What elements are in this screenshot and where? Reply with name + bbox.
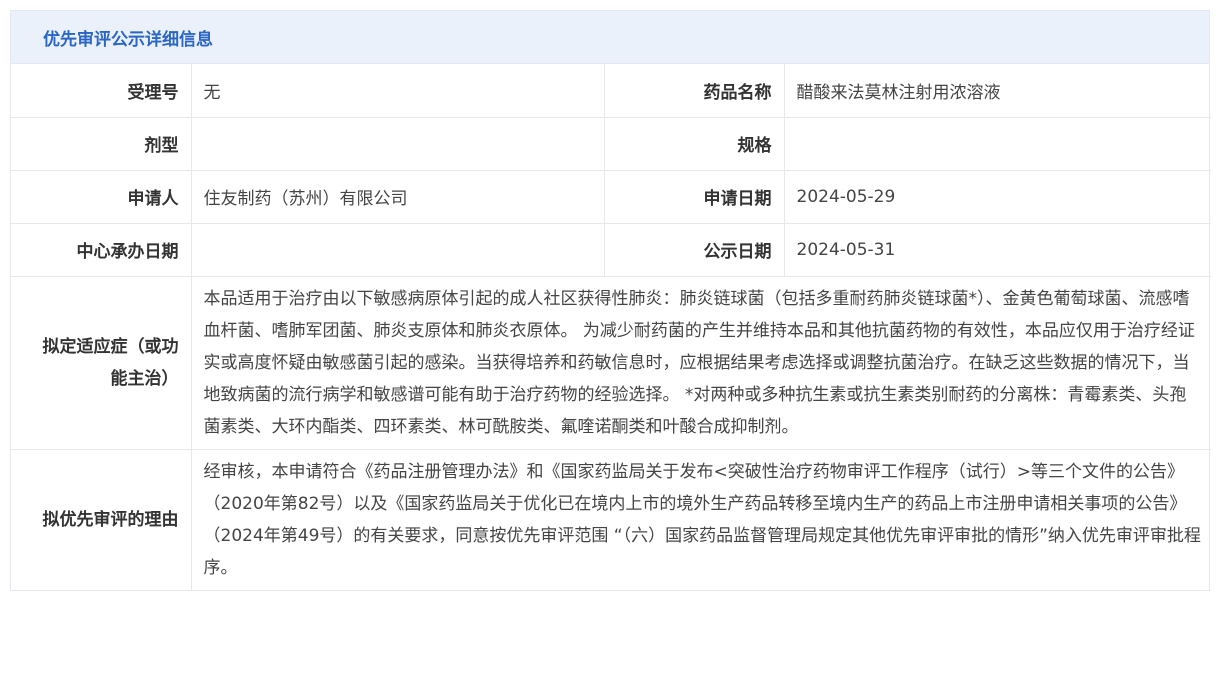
table-row: 拟优先审评的理由 经审核，本申请符合《药品注册管理办法》和《国家药监局关于发布<… bbox=[11, 449, 1211, 590]
publication-date-value: 2024-05-31 bbox=[784, 223, 1211, 277]
table-row: 剂型 规格 bbox=[11, 117, 1211, 171]
publication-date-label: 公示日期 bbox=[604, 223, 785, 277]
applicant-value: 住友制药（苏州）有限公司 bbox=[191, 170, 605, 224]
specification-value bbox=[784, 117, 1211, 171]
table-row: 拟定适应症（或功能主治） 本品适用于治疗由以下敏感病原体引起的成人社区获得性肺炎… bbox=[11, 276, 1211, 450]
detail-panel: 优先审评公示详细信息 受理号 无 药品名称 醋酸来法莫林注射用浓溶液 剂型 规格… bbox=[10, 10, 1211, 591]
specification-label: 规格 bbox=[604, 117, 785, 171]
dosage-form-value bbox=[191, 117, 605, 171]
detail-table: 受理号 无 药品名称 醋酸来法莫林注射用浓溶液 剂型 规格 申请人 住友制药（苏… bbox=[11, 64, 1211, 590]
panel-title: 优先审评公示详细信息 bbox=[11, 11, 1209, 64]
reason-value: 经审核，本申请符合《药品注册管理办法》和《国家药监局关于发布<突破性治疗药物审评… bbox=[203, 461, 1201, 578]
indication-label: 拟定适应症（或功能主治） bbox=[11, 276, 192, 450]
indication-value: 本品适用于治疗由以下敏感病原体引起的成人社区获得性肺炎：肺炎链球菌（包括多重耐药… bbox=[191, 276, 1211, 450]
drug-name-value: 醋酸来法莫林注射用浓溶液 bbox=[784, 64, 1211, 118]
center-date-label: 中心承办日期 bbox=[11, 223, 192, 277]
applicant-label: 申请人 bbox=[11, 170, 192, 224]
table-row: 受理号 无 药品名称 醋酸来法莫林注射用浓溶液 bbox=[11, 64, 1211, 118]
acceptance-no-value: 无 bbox=[191, 64, 605, 118]
application-date-value: 2024-05-29 bbox=[784, 170, 1211, 224]
application-date-label: 申请日期 bbox=[604, 170, 785, 224]
table-row: 中心承办日期 公示日期 2024-05-31 bbox=[11, 223, 1211, 277]
reason-label: 拟优先审评的理由 bbox=[11, 449, 192, 590]
center-date-value bbox=[191, 223, 605, 277]
acceptance-no-label: 受理号 bbox=[11, 64, 192, 118]
table-row: 申请人 住友制药（苏州）有限公司 申请日期 2024-05-29 bbox=[11, 170, 1211, 224]
drug-name-label: 药品名称 bbox=[604, 64, 785, 118]
dosage-form-label: 剂型 bbox=[11, 117, 192, 171]
